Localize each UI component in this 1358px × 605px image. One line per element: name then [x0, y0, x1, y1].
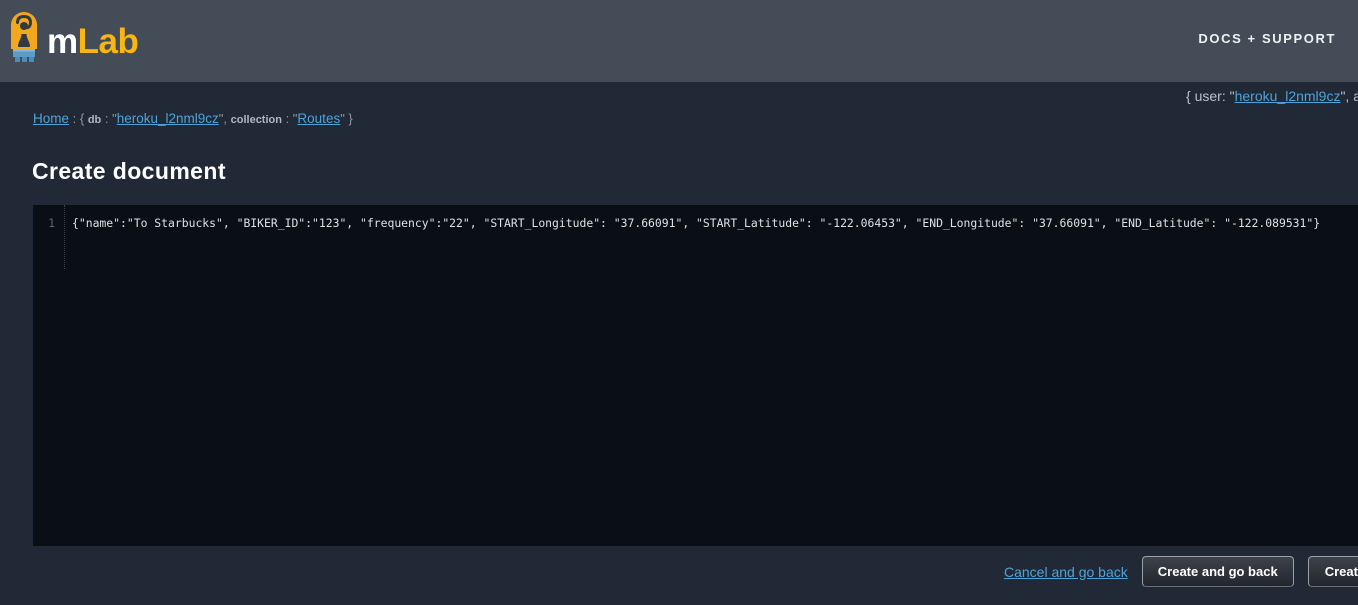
docs-support-link[interactable]: DOCS + SUPPORT — [1198, 31, 1336, 46]
user-context-line: { user: "heroku_l2nml9cz", a — [1186, 88, 1358, 104]
breadcrumb-db-key: db — [88, 114, 101, 126]
breadcrumb-separator: : { — [69, 111, 88, 126]
page-title: Create document — [32, 158, 226, 185]
footer-actions: Cancel and go back Create and go back Cr… — [1004, 556, 1358, 587]
document-editor[interactable]: 1 {"name":"To Starbucks", "BIKER_ID":"12… — [33, 205, 1358, 546]
breadcrumb-db-link[interactable]: heroku_l2nml9cz — [117, 111, 219, 126]
breadcrumb-collection-key: collection — [231, 114, 282, 126]
breadcrumb: Home : { db : "heroku_l2nml9cz", collect… — [33, 111, 353, 126]
create-and-add-another-button[interactable]: Create and — [1308, 556, 1358, 587]
editor-gutter: 1 — [33, 205, 65, 269]
page: mLab DOCS + SUPPORT { user: "heroku_l2nm… — [0, 0, 1358, 605]
mlab-logo[interactable]: mLab — [8, 10, 138, 73]
editor-code-line[interactable]: {"name":"To Starbucks", "BIKER_ID":"123"… — [72, 216, 1320, 230]
breadcrumb-separator: : " — [101, 111, 116, 126]
breadcrumb-collection-link[interactable]: Routes — [297, 111, 340, 126]
user-link[interactable]: heroku_l2nml9cz — [1235, 88, 1341, 104]
mlab-lightbulb-icon — [8, 10, 40, 73]
breadcrumb-home-link[interactable]: Home — [33, 111, 69, 126]
user-context-suffix: ", a — [1340, 88, 1358, 104]
breadcrumb-separator: ", — [219, 111, 231, 126]
cancel-and-go-back-link[interactable]: Cancel and go back — [1004, 564, 1128, 580]
user-context-prefix: { user: " — [1186, 88, 1235, 104]
top-navbar: mLab DOCS + SUPPORT — [0, 0, 1358, 82]
create-and-go-back-button[interactable]: Create and go back — [1142, 556, 1294, 587]
breadcrumb-separator: " } — [340, 111, 353, 126]
mlab-wordmark: mLab — [47, 14, 138, 70]
editor-line-number: 1 — [33, 216, 64, 230]
breadcrumb-separator: : " — [282, 111, 297, 126]
